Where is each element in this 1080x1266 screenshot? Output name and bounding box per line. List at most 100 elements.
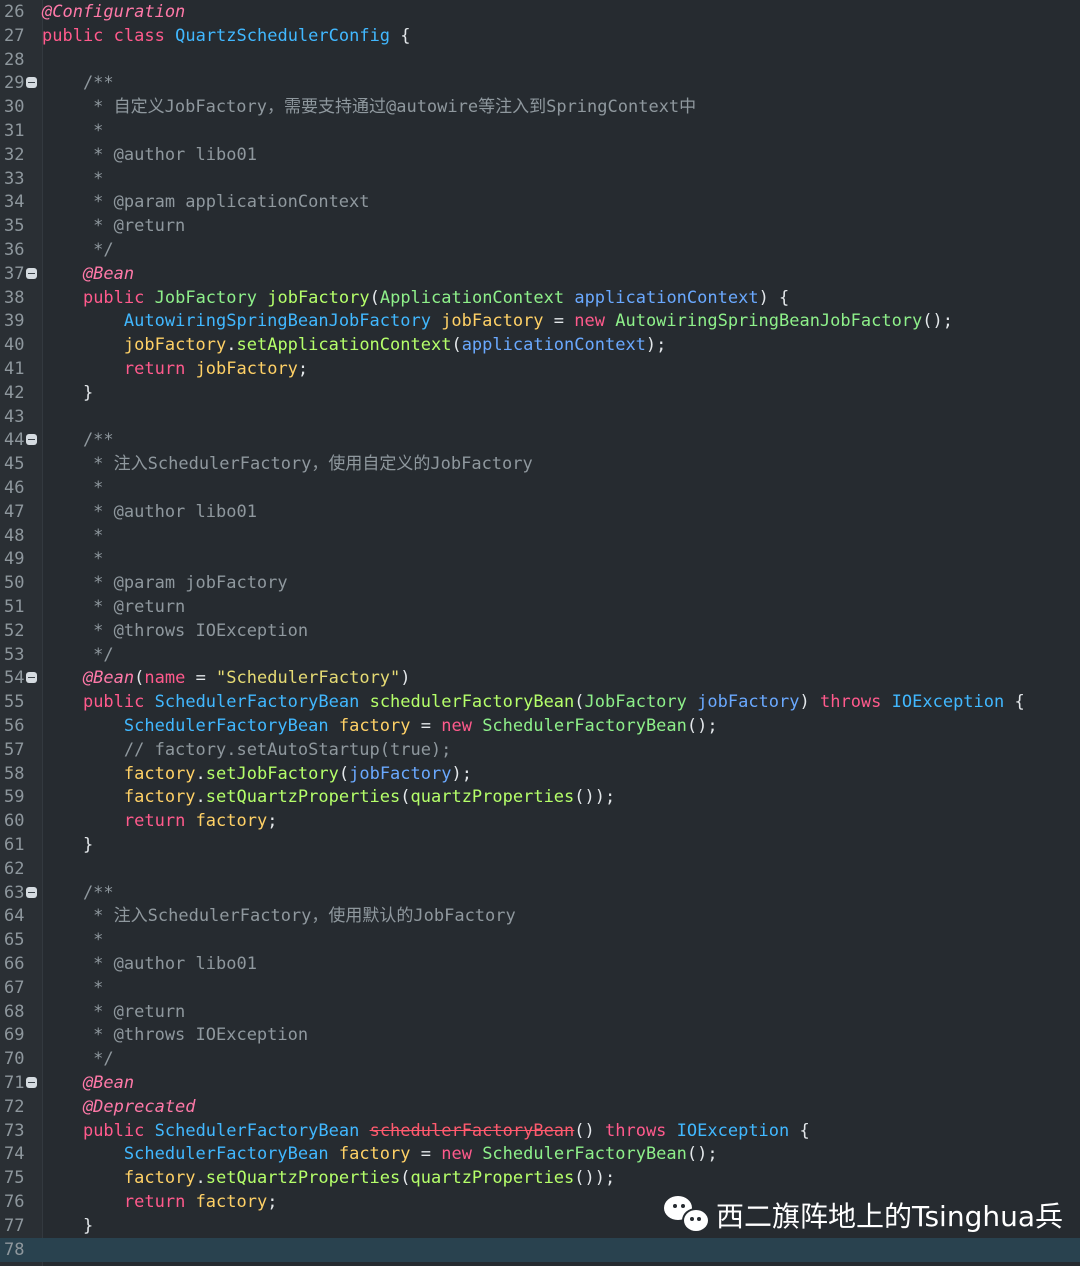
code-text: } <box>42 381 93 405</box>
code-line[interactable]: 59 factory.setQuartzProperties(quartzPro… <box>0 785 1080 809</box>
code-text: public JobFactory jobFactory(Application… <box>42 286 789 310</box>
code-text: * <box>42 524 103 548</box>
code-line[interactable]: 70 */ <box>0 1047 1080 1071</box>
code-line[interactable]: 58 factory.setJobFactory(jobFactory); <box>0 762 1080 786</box>
code-line[interactable]: 55 public SchedulerFactoryBean scheduler… <box>0 690 1080 714</box>
code-token: ( <box>338 763 350 784</box>
code-line[interactable]: 61 } <box>0 833 1080 857</box>
code-token: ( <box>574 692 585 713</box>
code-line[interactable]: 39 AutowiringSpringBeanJobFactory jobFac… <box>0 309 1080 333</box>
code-line[interactable]: 64 * 注入SchedulerFactory，使用默认的JobFactory <box>0 904 1080 928</box>
code-text: return factory; <box>42 1190 278 1214</box>
code-token: public <box>42 25 104 46</box>
code-line[interactable]: 56 SchedulerFactoryBean factory = new Sc… <box>0 714 1080 738</box>
code-token: * <box>42 930 104 951</box>
code-line[interactable]: 57 // factory.setAutoStartup(true); <box>0 738 1080 762</box>
code-line[interactable]: 31 * <box>0 119 1080 143</box>
code-line[interactable]: 40 jobFactory.setApplicationContext(appl… <box>0 333 1080 357</box>
code-line[interactable]: 65 * <box>0 928 1080 952</box>
code-text: // factory.setAutoStartup(true); <box>42 738 452 762</box>
code-line[interactable]: 36 */ <box>0 238 1080 262</box>
fold-toggle-icon[interactable] <box>26 672 37 684</box>
code-line[interactable]: 71 @Bean <box>0 1071 1080 1095</box>
code-line[interactable]: 66 * @author libo01 <box>0 952 1080 976</box>
code-line[interactable]: 47 * @author libo01 <box>0 500 1080 524</box>
code-line[interactable]: 32 * @author libo01 <box>0 143 1080 167</box>
code-token: applicationContext <box>574 287 759 308</box>
code-line[interactable]: 34 * @param applicationContext <box>0 190 1080 214</box>
line-number: 36 <box>4 240 25 260</box>
code-line[interactable]: 43 <box>0 405 1080 429</box>
code-token: return <box>123 359 186 379</box>
code-line[interactable]: 63 /** <box>0 881 1080 905</box>
code-token: ) <box>400 668 411 689</box>
code-line[interactable]: 37 @Bean <box>0 262 1080 286</box>
code-line[interactable]: 28 <box>0 48 1080 72</box>
code-line[interactable]: 50 * @param jobFactory <box>0 571 1080 595</box>
code-line[interactable]: 54 @Bean(name = "SchedulerFactory") <box>0 666 1080 690</box>
code-line[interactable]: 74 SchedulerFactoryBean factory = new Sc… <box>0 1142 1080 1166</box>
code-line[interactable]: 73 public SchedulerFactoryBean scheduler… <box>0 1119 1080 1143</box>
code-line[interactable]: 68 * @return <box>0 1000 1080 1024</box>
code-text: return factory; <box>42 809 278 833</box>
code-line[interactable]: 41 return jobFactory; <box>0 357 1080 381</box>
code-line[interactable]: 30 * 自定义JobFactory，需要支持通过@autowire等注入到Sp… <box>0 95 1080 119</box>
fold-toggle-icon[interactable] <box>26 434 37 446</box>
code-token: factory <box>195 1192 268 1212</box>
code-line[interactable]: 48 * <box>0 524 1080 548</box>
code-line[interactable]: 27 public class QuartzSchedulerConfig { <box>0 24 1080 48</box>
code-token: "SchedulerFactory" <box>216 668 401 689</box>
line-number: 69 <box>4 1025 25 1046</box>
fold-toggle-icon[interactable] <box>26 1077 37 1088</box>
code-token: setQuartzProperties <box>205 1168 401 1189</box>
code-text: factory.setQuartzProperties(quartzProper… <box>42 1166 615 1190</box>
line-number: 66 <box>4 954 25 974</box>
code-line[interactable]: 38 public JobFactory jobFactory(Applicat… <box>0 286 1080 310</box>
line-number: 26 <box>4 2 25 22</box>
code-line[interactable]: 72 @Deprecated <box>0 1095 1080 1119</box>
code-token: } <box>42 382 94 403</box>
code-line[interactable]: 44 /** <box>0 428 1080 452</box>
code-line[interactable]: 46 * <box>0 476 1080 500</box>
line-number: 61 <box>4 835 25 855</box>
code-text: public SchedulerFactoryBean schedulerFac… <box>42 690 1025 714</box>
code-line[interactable]: 33 * <box>0 167 1080 191</box>
line-number: 28 <box>4 49 25 70</box>
code-line[interactable]: 67 * <box>0 976 1080 1000</box>
code-line[interactable]: 62 <box>0 857 1080 881</box>
code-line[interactable]: 52 * @throws IOException <box>0 619 1080 643</box>
code-editor[interactable]: 26 @Configuration 27 public class QuartzSch… <box>0 0 1080 1266</box>
code-text: * @param jobFactory <box>42 571 287 595</box>
code-token: new <box>574 311 605 332</box>
fold-toggle-icon[interactable] <box>26 886 37 898</box>
fold-toggle-icon[interactable] <box>26 77 37 89</box>
line-number: 52 <box>4 620 25 641</box>
code-token: ( <box>451 335 462 356</box>
code-line[interactable]: 45 * 注入SchedulerFactory，使用自定义的JobFactory <box>0 452 1080 476</box>
code-line[interactable]: 69 * @throws IOException <box>0 1023 1080 1047</box>
code-line[interactable]: 26 @Configuration <box>0 0 1080 24</box>
code-line[interactable]: 78 <box>0 1237 1080 1262</box>
code-line[interactable]: 75 factory.setQuartzProperties(quartzPro… <box>0 1166 1080 1190</box>
line-number: 48 <box>4 525 25 546</box>
code-line[interactable]: 35 * @return <box>0 214 1080 238</box>
code-line[interactable]: 60 return factory; <box>0 809 1080 833</box>
code-line[interactable]: 53 */ <box>0 643 1080 667</box>
code-token: ()); <box>574 1168 616 1189</box>
fold-toggle-icon[interactable] <box>26 267 37 279</box>
code-token: ; <box>267 1192 278 1212</box>
code-line[interactable]: 29 /** <box>0 71 1080 95</box>
code-line[interactable]: 49 * <box>0 547 1080 571</box>
code-line[interactable]: 42 } <box>0 381 1080 405</box>
code-line[interactable]: 51 * @return <box>0 595 1080 619</box>
code-text: * <box>42 928 103 952</box>
code-token: factory <box>338 716 411 736</box>
